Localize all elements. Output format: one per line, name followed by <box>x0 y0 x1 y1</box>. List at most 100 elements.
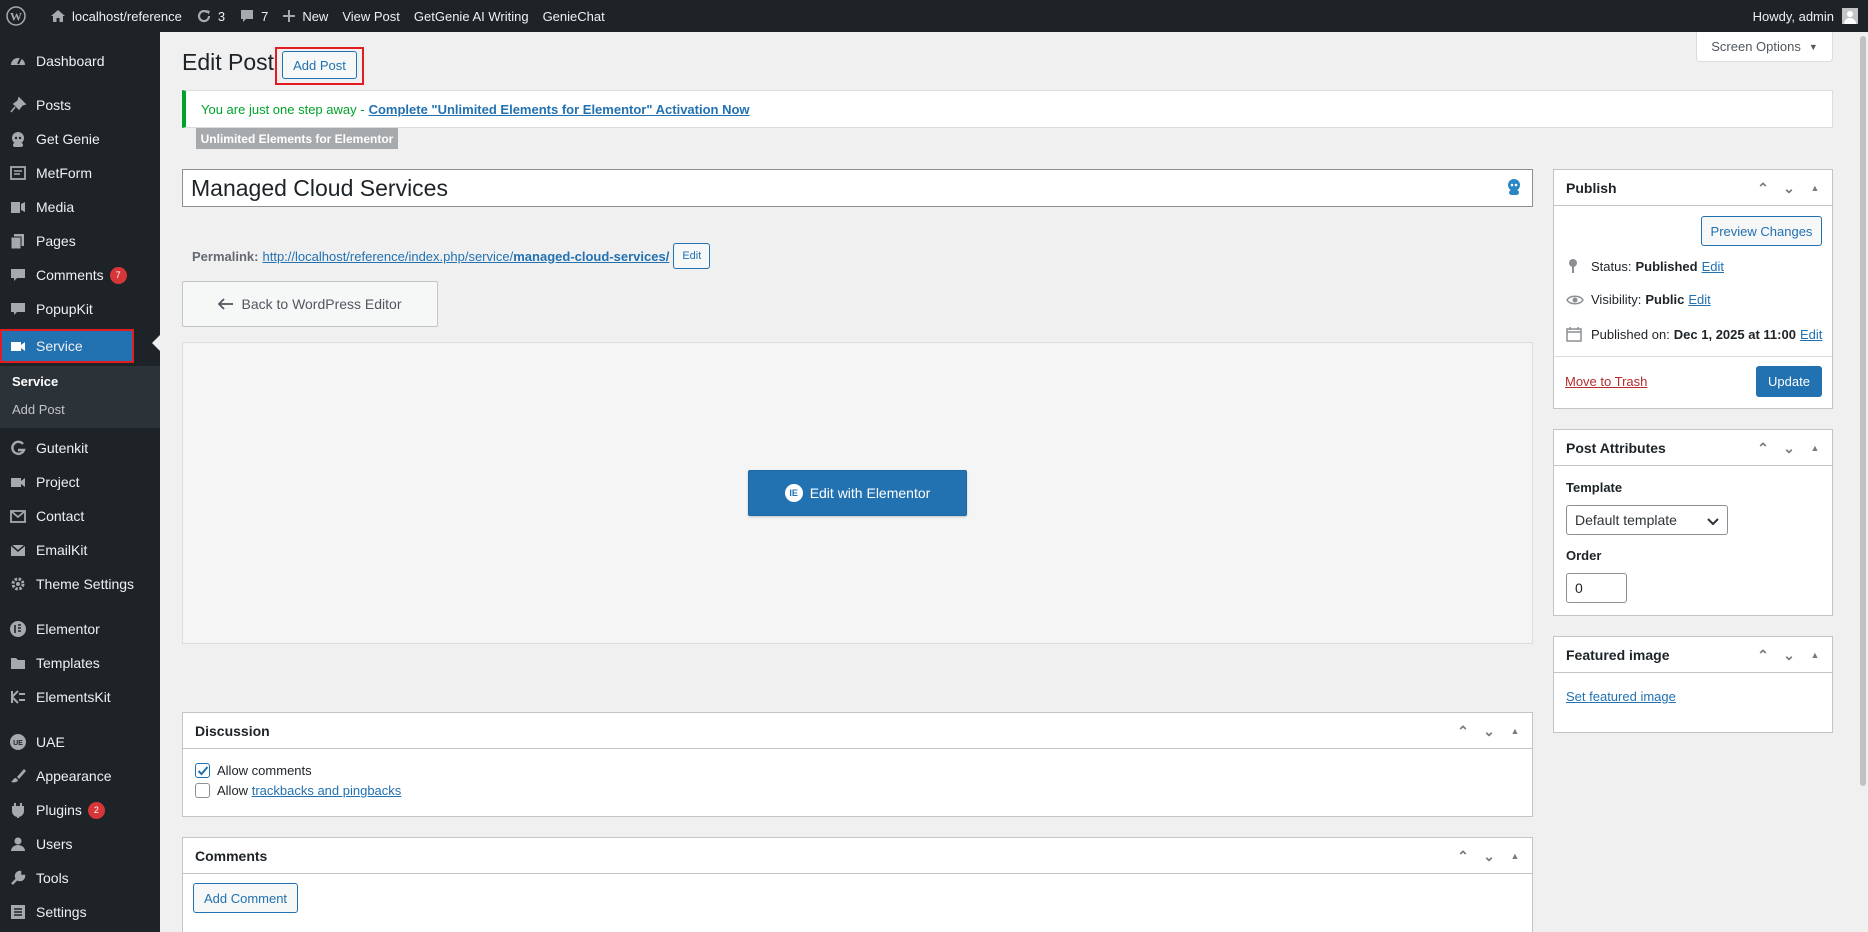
toggle-triangle-icon[interactable]: ▲ <box>1806 183 1824 193</box>
published-edit-link[interactable]: Edit <box>1800 327 1822 342</box>
svg-text:W: W <box>10 10 22 24</box>
elementor-button-label: Edit with Elementor <box>809 485 931 501</box>
sidebar-item-label: Dashboard <box>36 53 105 69</box>
sidebar-item-project[interactable]: Project <box>0 465 160 499</box>
sidebar-item-label: Templates <box>36 655 100 671</box>
add-post-button[interactable]: Add Post <box>282 51 357 79</box>
chevron-down-icon[interactable]: ⌄ <box>1780 440 1798 457</box>
permalink-edit-button[interactable]: Edit <box>673 243 711 269</box>
svg-text:UE: UE <box>13 740 23 747</box>
template-select[interactable]: Default template <box>1566 505 1728 535</box>
sidebar-item-metform[interactable]: MetForm <box>0 156 160 190</box>
sidebar-item-contact[interactable]: Contact <box>0 499 160 533</box>
sidebar-item-label: ElementsKit <box>36 689 111 705</box>
submenu-item-service[interactable]: Service <box>12 374 58 389</box>
back-to-wordpress-editor-button[interactable]: Back to WordPress Editor <box>182 281 438 327</box>
activation-link[interactable]: Complete "Unlimited Elements for Element… <box>369 102 750 117</box>
screen-options-button[interactable]: Screen Options ▼ <box>1696 32 1833 62</box>
chevron-down-icon[interactable]: ⌄ <box>1480 723 1498 740</box>
sidebar-item-popupkit[interactable]: PopupKit <box>0 292 160 326</box>
sidebar-item-uae[interactable]: UE UAE <box>0 725 160 759</box>
sidebar-item-get-genie[interactable]: Get Genie <box>0 122 160 156</box>
chevron-up-icon[interactable]: ⌃ <box>1754 440 1772 457</box>
chevron-up-icon[interactable]: ⌃ <box>1754 647 1772 664</box>
add-comment-button[interactable]: Add Comment <box>193 883 298 913</box>
sidebar-item-label: Posts <box>36 97 72 113</box>
discussion-box: Discussion ⌃ ⌄ ▲ Allow comments Allow tr… <box>182 712 1533 817</box>
gear-icon <box>0 575 36 593</box>
sidebar-item-label: MetForm <box>36 165 92 181</box>
plus-icon <box>282 9 296 23</box>
chevron-up-icon[interactable]: ⌃ <box>1454 723 1472 740</box>
sidebar-item-tools[interactable]: Tools <box>0 861 160 895</box>
trackbacks-link[interactable]: trackbacks and pingbacks <box>252 783 402 798</box>
geniechat-link[interactable]: GenieChat <box>536 0 612 32</box>
sidebar-item-elementor[interactable]: Elementor <box>0 612 160 646</box>
media-icon <box>0 198 36 216</box>
new-content-link[interactable]: New <box>275 0 335 32</box>
allow-trackbacks-checkbox[interactable] <box>195 783 210 798</box>
gutenkit-icon <box>0 439 36 457</box>
sidebar-item-pages[interactable]: Pages <box>0 224 160 258</box>
update-button[interactable]: Update <box>1756 366 1822 397</box>
order-input[interactable]: 0 <box>1566 573 1627 603</box>
sidebar-item-settings[interactable]: Settings <box>0 895 160 929</box>
chevron-up-icon[interactable]: ⌃ <box>1454 848 1472 865</box>
permalink-label: Permalink: <box>192 248 259 264</box>
sidebar-item-label: Gutenkit <box>36 440 89 456</box>
chevron-down-icon[interactable]: ⌄ <box>1780 180 1798 197</box>
chevron-up-icon[interactable]: ⌃ <box>1754 180 1772 197</box>
submenu-item-add-post[interactable]: Add Post <box>12 402 65 417</box>
sidebar-item-label: Get Genie <box>36 131 100 147</box>
edit-with-elementor-button[interactable]: IE Edit with Elementor <box>748 470 967 516</box>
sidebar-item-media[interactable]: Media <box>0 190 160 224</box>
sidebar-item-gutenkit[interactable]: Gutenkit <box>0 431 160 465</box>
comments-link[interactable]: 7 <box>232 0 275 32</box>
getgenie-icon[interactable] <box>1504 177 1524 197</box>
sidebar-item-comments[interactable]: Comments 7 <box>0 258 160 292</box>
getgenie-link[interactable]: GetGenie AI Writing <box>407 0 536 32</box>
status-edit-link[interactable]: Edit <box>1702 259 1724 274</box>
updates-link[interactable]: 3 <box>189 0 232 32</box>
comments-icon <box>0 266 36 284</box>
allow-trackbacks-row: Allow trackbacks and pingbacks <box>195 783 401 798</box>
order-label: Order <box>1566 548 1602 563</box>
sidebar-item-plugins[interactable]: Plugins 2 <box>0 793 160 827</box>
chevron-down-icon[interactable]: ⌄ <box>1480 848 1498 865</box>
wordpress-logo[interactable]: W <box>0 0 33 32</box>
published-value: Dec 1, 2025 at 11:00 <box>1673 326 1796 342</box>
sidebar-item-templates[interactable]: Templates <box>0 646 160 680</box>
back-button-label: Back to WordPress Editor <box>241 296 402 312</box>
sidebar-item-dashboard[interactable]: Dashboard <box>0 44 160 78</box>
permalink-link[interactable]: http://localhost/reference/index.php/ser… <box>262 249 669 264</box>
move-to-trash-link[interactable]: Move to Trash <box>1565 374 1647 389</box>
view-post-link[interactable]: View Post <box>335 0 407 32</box>
form-icon <box>0 164 36 182</box>
chevron-down-icon[interactable]: ⌄ <box>1780 647 1798 664</box>
page-scrollbar[interactable] <box>1858 32 1868 932</box>
post-title-input[interactable]: Managed Cloud Services <box>182 169 1533 207</box>
allow-comments-checkbox[interactable] <box>195 763 210 778</box>
settings-icon <box>0 903 36 921</box>
comments-count: 7 <box>261 8 269 24</box>
avatar <box>1842 8 1858 24</box>
preview-changes-button[interactable]: Preview Changes <box>1701 216 1822 246</box>
visibility-edit-link[interactable]: Edit <box>1688 292 1710 307</box>
sidebar-item-emailkit[interactable]: EmailKit <box>0 533 160 567</box>
sidebar-item-elementskit[interactable]: ElementsKit <box>0 680 160 714</box>
sidebar-item-appearance[interactable]: Appearance <box>0 759 160 793</box>
toggle-triangle-icon[interactable]: ▲ <box>1806 650 1824 660</box>
permalink-base: http://localhost/reference/index.php/ser… <box>262 248 514 264</box>
set-featured-image-link[interactable]: Set featured image <box>1566 689 1676 704</box>
toggle-triangle-icon[interactable]: ▲ <box>1506 851 1524 861</box>
toggle-triangle-icon[interactable]: ▲ <box>1506 726 1524 736</box>
my-account[interactable]: Howdy, admin <box>1753 0 1858 32</box>
published-on-row: Published on: Dec 1, 2025 at 11:00 Edit <box>1566 326 1822 342</box>
sidebar-item-theme-settings[interactable]: Theme Settings <box>0 567 160 601</box>
site-name-link[interactable]: localhost/reference <box>43 0 189 32</box>
sidebar-item-users[interactable]: Users <box>0 827 160 861</box>
toggle-triangle-icon[interactable]: ▲ <box>1806 443 1824 453</box>
scrollbar-thumb[interactable] <box>1860 36 1866 786</box>
sidebar-item-posts[interactable]: Posts <box>0 88 160 122</box>
sidebar-item-service[interactable]: Service <box>0 329 134 363</box>
